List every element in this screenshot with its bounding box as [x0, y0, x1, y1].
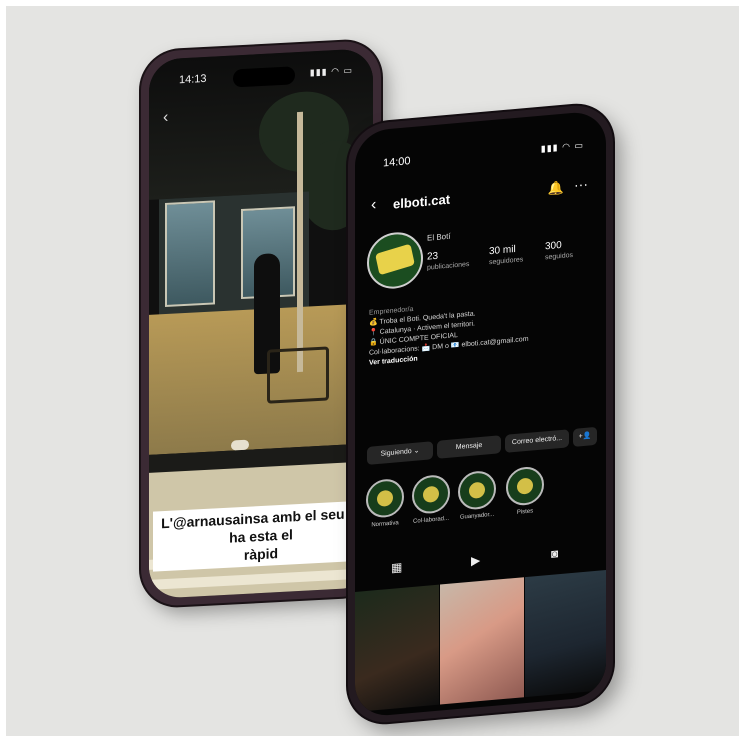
stat-posts[interactable]: 23 publicaciones	[427, 247, 477, 272]
status-time: 14:13	[179, 72, 207, 87]
add-user-button[interactable]: +👤	[573, 426, 597, 447]
photo-background: 14:13 ▮▮▮ ◠ ▭ ‹ L'@arnausainsa amb el se…	[6, 6, 739, 736]
profile-bio: Emprenedor/a 💰 Troba el Boti. Queda't la…	[369, 290, 589, 369]
highlight-item[interactable]: Guanyador...	[457, 469, 497, 521]
highlight-item[interactable]: Normativa	[365, 477, 405, 529]
highlight-label: Normativa	[371, 520, 399, 529]
highlight-icon	[366, 477, 404, 520]
more-icon[interactable]: ···	[574, 176, 588, 193]
profile-actions: Siguiendo ⌄ Mensaje Correo electró... +👤	[367, 426, 597, 467]
post-thumbnail[interactable]	[525, 569, 606, 698]
lamp-pole	[297, 111, 303, 373]
highlight-label: Pistes	[516, 508, 534, 516]
highlight-icon	[506, 465, 544, 507]
profile-username: elboti.cat	[393, 191, 451, 212]
profile-header: ‹ elboti.cat 🔔 ···	[371, 176, 592, 218]
left-phone-screen: 14:13 ▮▮▮ ◠ ▭ ‹ L'@arnausainsa amb el se…	[149, 48, 373, 599]
following-button[interactable]: Siguiendo ⌄	[367, 441, 433, 465]
highlight-item[interactable]: Pistes	[505, 465, 545, 516]
right-phone: 14:00 ▮▮▮ ◠ ▭ ‹ elboti.cat 🔔 ··· El Botí…	[348, 102, 613, 726]
video-caption: L'@arnausainsa amb el seu -4 ha esta el …	[153, 500, 369, 572]
dog	[231, 439, 249, 451]
stat-followers[interactable]: 30 mil seguidores	[489, 242, 539, 266]
back-icon[interactable]: ‹	[163, 109, 168, 127]
profile-name: El Botí	[427, 231, 451, 243]
bell-icon[interactable]: 🔔	[548, 180, 564, 197]
highlight-label: Guanyador...	[459, 511, 495, 521]
back-icon[interactable]: ‹	[371, 196, 376, 214]
highlight-item[interactable]: Col·laborad...	[411, 473, 451, 525]
shop-window	[165, 200, 215, 308]
status-icons: ▮▮▮ ◠ ▭	[540, 139, 584, 154]
logo-icon	[375, 243, 415, 276]
status-icons: ▮▮▮ ◠ ▭	[309, 65, 353, 78]
avatar[interactable]	[367, 230, 423, 291]
highlight-icon	[412, 473, 450, 515]
building	[159, 191, 309, 320]
bench	[267, 346, 329, 404]
stat-following[interactable]: 300 seguidos	[545, 237, 595, 261]
post-thumbnail[interactable]	[355, 584, 439, 712]
highlight-icon	[458, 469, 496, 511]
status-time: 14:00	[383, 155, 411, 170]
email-button[interactable]: Correo electró...	[505, 429, 569, 453]
reels-icon[interactable]: ▶	[471, 553, 480, 568]
dynamic-island	[233, 66, 295, 88]
story-highlights: Normativa Col·laborad... Guanyador... Pi…	[365, 461, 596, 551]
highlight-label: Col·laborad...	[412, 515, 450, 525]
tagged-icon[interactable]: ◙	[551, 546, 558, 561]
post-thumbnail[interactable]	[440, 577, 524, 705]
grid-icon[interactable]: ▦	[391, 560, 402, 575]
instagram-profile-screen: 14:00 ▮▮▮ ◠ ▭ ‹ elboti.cat 🔔 ··· El Botí…	[355, 110, 606, 718]
message-button[interactable]: Mensaje	[437, 435, 501, 459]
posts-grid	[355, 569, 606, 712]
left-phone: 14:13 ▮▮▮ ◠ ▭ ‹ L'@arnausainsa amb el se…	[141, 39, 381, 608]
